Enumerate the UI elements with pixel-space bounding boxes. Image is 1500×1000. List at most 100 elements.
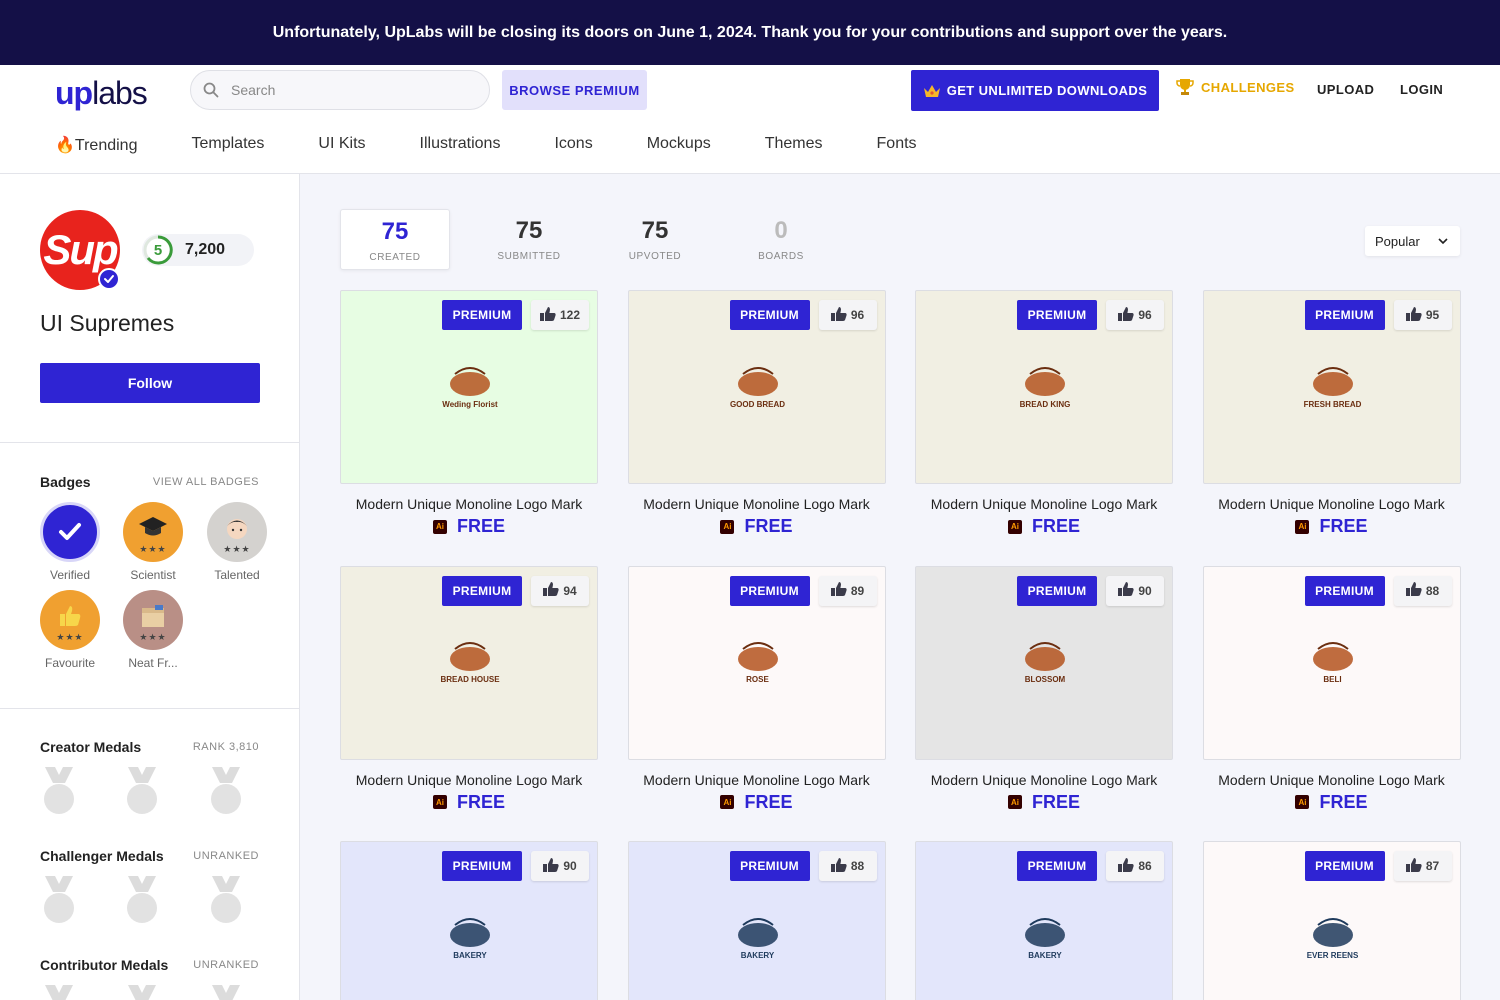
upvote-button[interactable]: 89 — [818, 575, 877, 606]
upvote-button[interactable]: 86 — [1106, 851, 1164, 881]
follow-button[interactable]: Follow — [40, 363, 260, 403]
sort-dropdown[interactable]: Popular — [1365, 226, 1460, 256]
upvote-button[interactable]: 87 — [1393, 851, 1452, 881]
shot-thumbnail[interactable]: PREMIUM 96 GOOD BREAD — [627, 290, 886, 484]
nav-item-trending[interactable]: 🔥Trending — [55, 135, 137, 155]
nav-item-icons[interactable]: Icons — [554, 135, 592, 155]
shot-card[interactable]: PREMIUM 86 BAKERY — [915, 841, 1173, 1000]
closing-announcement-banner: Unfortunately, UpLabs will be closing it… — [0, 0, 1500, 65]
nav-item-fonts[interactable]: Fonts — [877, 135, 917, 155]
shot-thumbnail[interactable]: PREMIUM 86 BAKERY — [915, 841, 1173, 1000]
shot-card[interactable]: PREMIUM 88 BELI Modern Unique Monoline Logo… — [1202, 565, 1461, 813]
upload-link[interactable]: UPLOAD — [1317, 82, 1374, 97]
upvote-button[interactable]: 122 — [531, 300, 589, 330]
nav-item-mockups[interactable]: Mockups — [647, 135, 711, 155]
thumbs-up-icon — [830, 306, 847, 324]
shot-card[interactable]: PREMIUM 87 EVER REENS — [1202, 841, 1461, 1000]
challenger-medals-title: Challenger Medals — [40, 848, 164, 864]
medal-icon — [127, 767, 157, 814]
badge-scientist[interactable]: ★★★ Scientist — [123, 502, 183, 582]
premium-badge[interactable]: PREMIUM — [1304, 575, 1385, 606]
search-input[interactable] — [231, 82, 471, 98]
shot-thumbnail[interactable]: PREMIUM 90 BLOSSOM — [915, 565, 1173, 760]
upvote-button[interactable]: 88 — [1393, 575, 1452, 606]
shot-thumbnail[interactable]: PREMIUM 90 BAKERY — [340, 841, 598, 1000]
shot-card[interactable]: PREMIUM 90 BAKERY — [340, 841, 598, 1000]
browse-premium-button[interactable]: BROWSE PREMIUM — [502, 70, 647, 110]
shot-title[interactable]: Modern Unique Monoline Logo Mark — [340, 772, 598, 788]
shot-card[interactable]: PREMIUM 90 BLOSSOM Modern Unique Monoline L… — [915, 565, 1173, 813]
upvote-button[interactable]: 90 — [1106, 575, 1164, 606]
badge-stars: ★★★ — [139, 544, 167, 554]
top-navigation: uplabs BROWSE PREMIUM GET UNLIMITED DOWN… — [0, 65, 1500, 174]
nav-item-ui-kits[interactable]: UI Kits — [318, 135, 365, 155]
tab-created[interactable]: 75 CREATED — [340, 209, 450, 270]
shot-title[interactable]: Modern Unique Monoline Logo Mark — [1203, 772, 1461, 788]
challenges-link[interactable]: CHALLENGES — [1175, 77, 1295, 97]
nav-item-illustrations[interactable]: Illustrations — [420, 135, 501, 155]
shot-thumbnail[interactable]: PREMIUM 95 FRESH BREAD — [1202, 290, 1461, 484]
shot-thumbnail[interactable]: PREMIUM 94 BREAD HOUSE — [340, 565, 598, 760]
contributor-medals-title: Contributor Medals — [40, 957, 169, 973]
tab-submitted[interactable]: 75 SUBMITTED — [466, 209, 592, 270]
premium-badge[interactable]: PREMIUM — [1017, 300, 1097, 330]
premium-badge[interactable]: PREMIUM — [442, 575, 522, 606]
badge-verified[interactable]: Verified — [40, 502, 100, 582]
premium-badge[interactable]: PREMIUM — [729, 300, 810, 330]
level-points-pill: 5 7,200 — [142, 234, 254, 266]
logo-artwork-text: BAKERY — [453, 950, 487, 960]
premium-badge[interactable]: PREMIUM — [1017, 851, 1097, 881]
upvote-button[interactable]: 96 — [818, 300, 877, 330]
tab-boards[interactable]: 0 BOARDS — [718, 209, 844, 270]
sort-selected: Popular — [1375, 233, 1420, 249]
challenger-medals-rank: UNRANKED — [193, 850, 259, 862]
shot-title[interactable]: Modern Unique Monoline Logo Mark — [915, 772, 1173, 788]
shot-thumbnail[interactable]: PREMIUM 88 BAKERY — [627, 841, 886, 1000]
get-unlimited-downloads-button[interactable]: GET UNLIMITED DOWNLOADS — [911, 70, 1159, 111]
medal-icon — [128, 985, 156, 1000]
shot-card[interactable]: PREMIUM 96 GOOD BREAD Modern Unique Monolin… — [627, 290, 886, 537]
premium-badge[interactable]: PREMIUM — [729, 575, 810, 606]
shot-thumbnail[interactable]: PREMIUM 96 BREAD KING — [915, 290, 1173, 484]
shot-card[interactable]: PREMIUM 96 BREAD KING Modern Unique Monolin… — [915, 290, 1173, 537]
view-all-badges-link[interactable]: VIEW ALL BADGES — [153, 476, 259, 488]
shot-thumbnail[interactable]: PREMIUM 89 ROSE — [627, 565, 886, 760]
shot-card[interactable]: PREMIUM 95 FRESH BREAD Modern Unique Monoli… — [1202, 290, 1461, 537]
upvote-button[interactable]: 90 — [531, 851, 589, 881]
logo-mark-icon — [1312, 642, 1353, 671]
shot-title[interactable]: Modern Unique Monoline Logo Mark — [340, 496, 598, 512]
badges-title: Badges — [40, 474, 91, 490]
shot-thumbnail[interactable]: PREMIUM 87 EVER REENS — [1202, 841, 1461, 1000]
shot-title[interactable]: Modern Unique Monoline Logo Mark — [628, 496, 886, 512]
premium-badge[interactable]: PREMIUM — [1304, 300, 1385, 330]
nav-item-templates[interactable]: Templates — [191, 135, 264, 155]
premium-badge[interactable]: PREMIUM — [442, 851, 522, 881]
premium-badge[interactable]: PREMIUM — [1017, 575, 1097, 606]
premium-badge[interactable]: PREMIUM — [1304, 851, 1385, 881]
upvote-button[interactable]: 88 — [818, 851, 877, 881]
shot-title[interactable]: Modern Unique Monoline Logo Mark — [628, 772, 886, 788]
badge-talented[interactable]: ★★★ Talented — [207, 502, 267, 582]
login-link[interactable]: LOGIN — [1400, 82, 1443, 97]
nav-item-themes[interactable]: Themes — [765, 135, 823, 155]
upvote-button[interactable]: 94 — [531, 575, 589, 606]
shot-title[interactable]: Modern Unique Monoline Logo Mark — [915, 496, 1173, 512]
uplabs-logo[interactable]: uplabs — [55, 75, 148, 112]
shot-thumbnail[interactable]: PREMIUM 122 Weding Florist — [340, 290, 598, 484]
shot-card[interactable]: PREMIUM 88 BAKERY — [627, 841, 886, 1000]
logo-mark-icon — [1025, 642, 1065, 671]
premium-badge[interactable]: PREMIUM — [442, 300, 522, 330]
shot-card[interactable]: PREMIUM 94 BREAD HOUSE Modern Unique Monoli… — [340, 565, 598, 813]
shot-card[interactable]: PREMIUM 122 Weding Florist Modern Unique Mo… — [340, 290, 598, 537]
shot-card[interactable]: PREMIUM 89 ROSE Modern Unique Monoline Logo… — [627, 565, 886, 813]
premium-badge[interactable]: PREMIUM — [729, 851, 810, 881]
logo-artwork-text: BELI — [1323, 675, 1342, 684]
shot-thumbnail[interactable]: PREMIUM 88 BELI — [1202, 565, 1461, 760]
badge-favourite[interactable]: ★★★ Favourite — [40, 590, 100, 670]
search-box[interactable] — [190, 70, 490, 110]
upvote-button[interactable]: 96 — [1106, 300, 1164, 330]
shot-title[interactable]: Modern Unique Monoline Logo Mark — [1203, 496, 1461, 512]
tab-upvoted[interactable]: 75 UPVOTED — [592, 209, 718, 270]
badge-neat-freak[interactable]: ★★★ Neat Fr... — [123, 590, 183, 670]
upvote-button[interactable]: 95 — [1393, 300, 1452, 330]
